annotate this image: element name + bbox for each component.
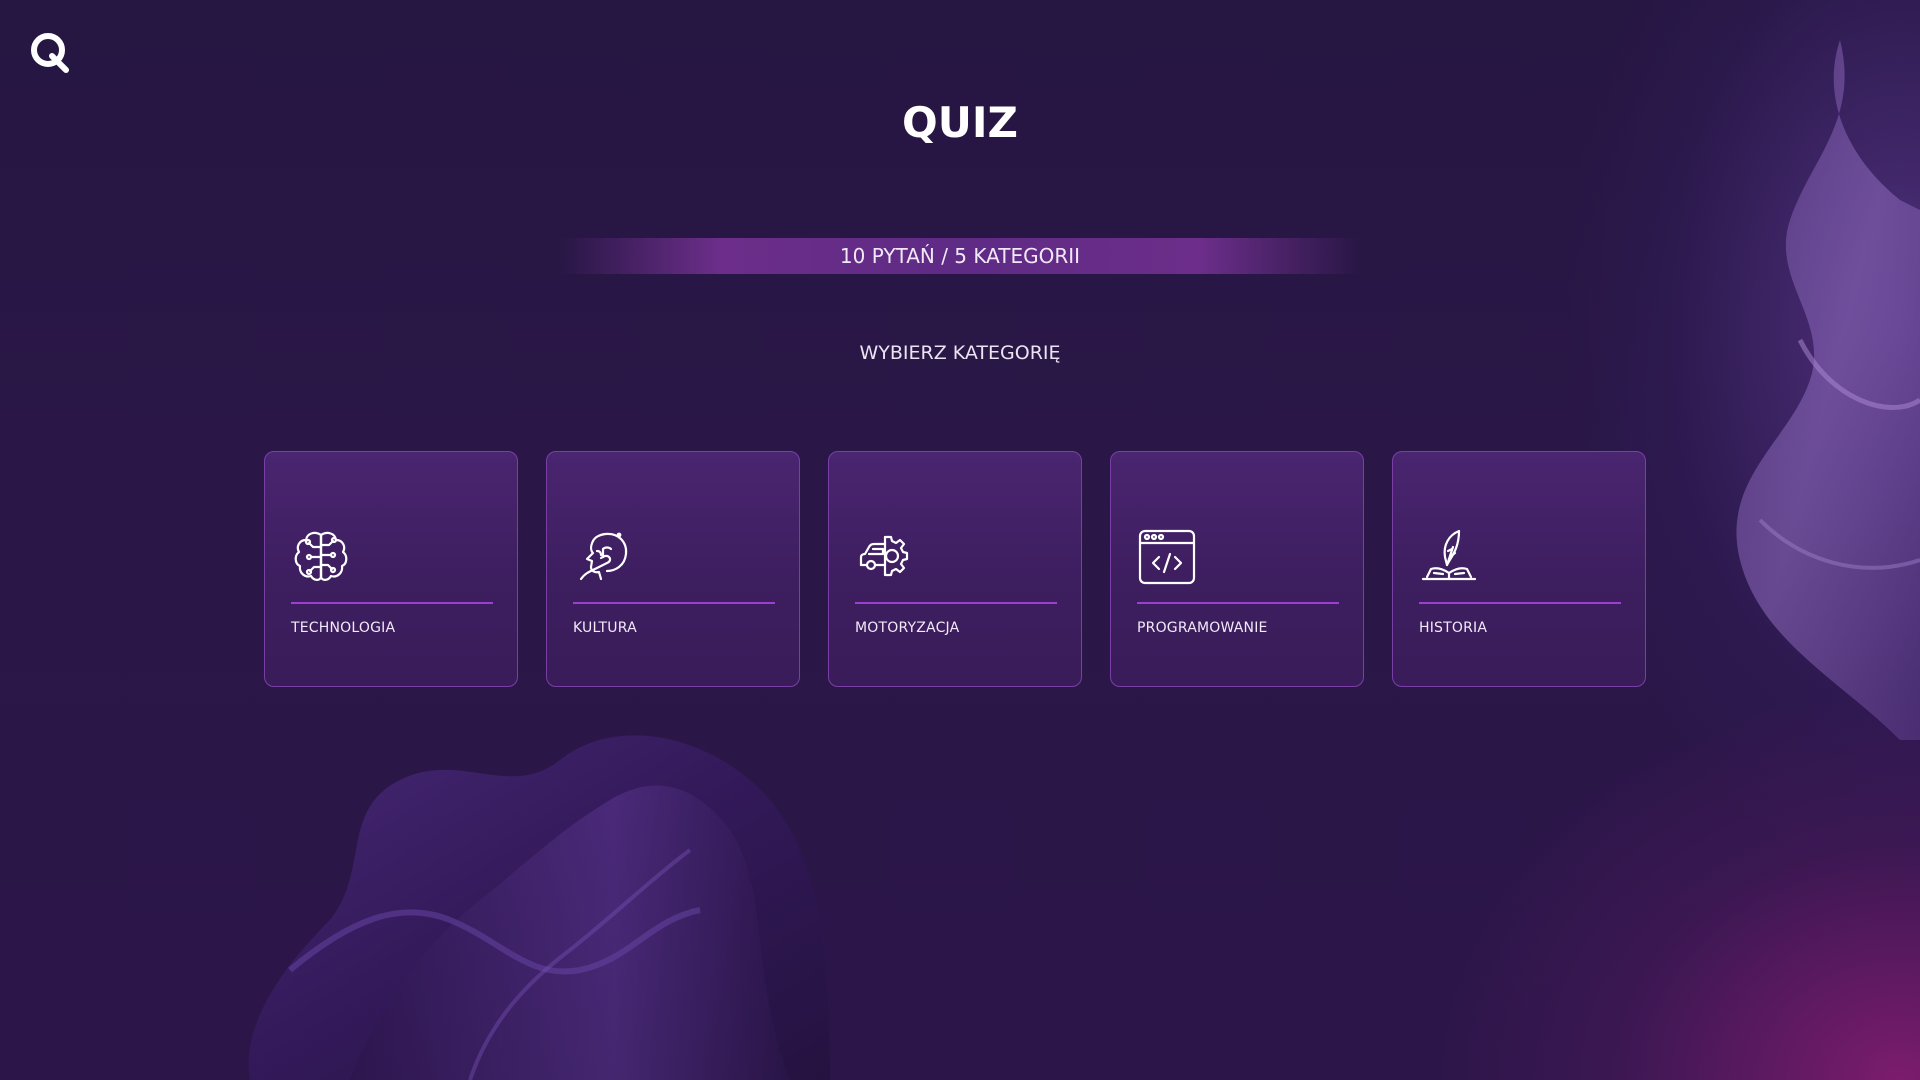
quiz-q-logo-icon: [31, 33, 69, 73]
card-divider: [1137, 602, 1339, 604]
category-card-kultura[interactable]: KULTURA: [546, 451, 800, 687]
category-card-programowanie[interactable]: PROGRAMOWANIE: [1110, 451, 1364, 687]
category-label: HISTORIA: [1419, 620, 1488, 636]
category-label: PROGRAMOWANIE: [1137, 620, 1268, 636]
category-card-historia[interactable]: HISTORIA: [1392, 451, 1646, 687]
category-list: TECHNOLOGIA KULTURA MOTORYZACJA PROGRAMO…: [264, 451, 1656, 689]
decorative-silk-bottom: [248, 735, 831, 1080]
card-divider: [855, 602, 1057, 604]
card-divider: [1419, 602, 1621, 604]
choose-category-heading: WYBIERZ KATEGORIĘ: [859, 342, 1061, 364]
page-title: QUIZ: [902, 98, 1018, 147]
brain-circuit-icon: [294, 531, 348, 581]
category-label: KULTURA: [573, 620, 637, 636]
quiz-summary-text: 10 PYTAŃ / 5 KATEGORII: [839, 244, 1081, 268]
category-card-motoryzacja[interactable]: MOTORYZACJA: [828, 451, 1082, 687]
car-gear-icon: [859, 535, 909, 577]
category-label: TECHNOLOGIA: [291, 620, 396, 636]
card-divider: [291, 602, 493, 604]
quiz-summary-banner: 10 PYTAŃ / 5 KATEGORII: [560, 238, 1360, 274]
category-label: MOTORYZACJA: [855, 620, 960, 636]
quill-book-icon: [1421, 529, 1477, 581]
thinking-head-icon: [579, 532, 628, 581]
card-divider: [573, 602, 775, 604]
quiz-logo[interactable]: [28, 30, 72, 74]
code-window-icon: [1138, 529, 1196, 585]
category-card-technologia[interactable]: TECHNOLOGIA: [264, 451, 518, 687]
